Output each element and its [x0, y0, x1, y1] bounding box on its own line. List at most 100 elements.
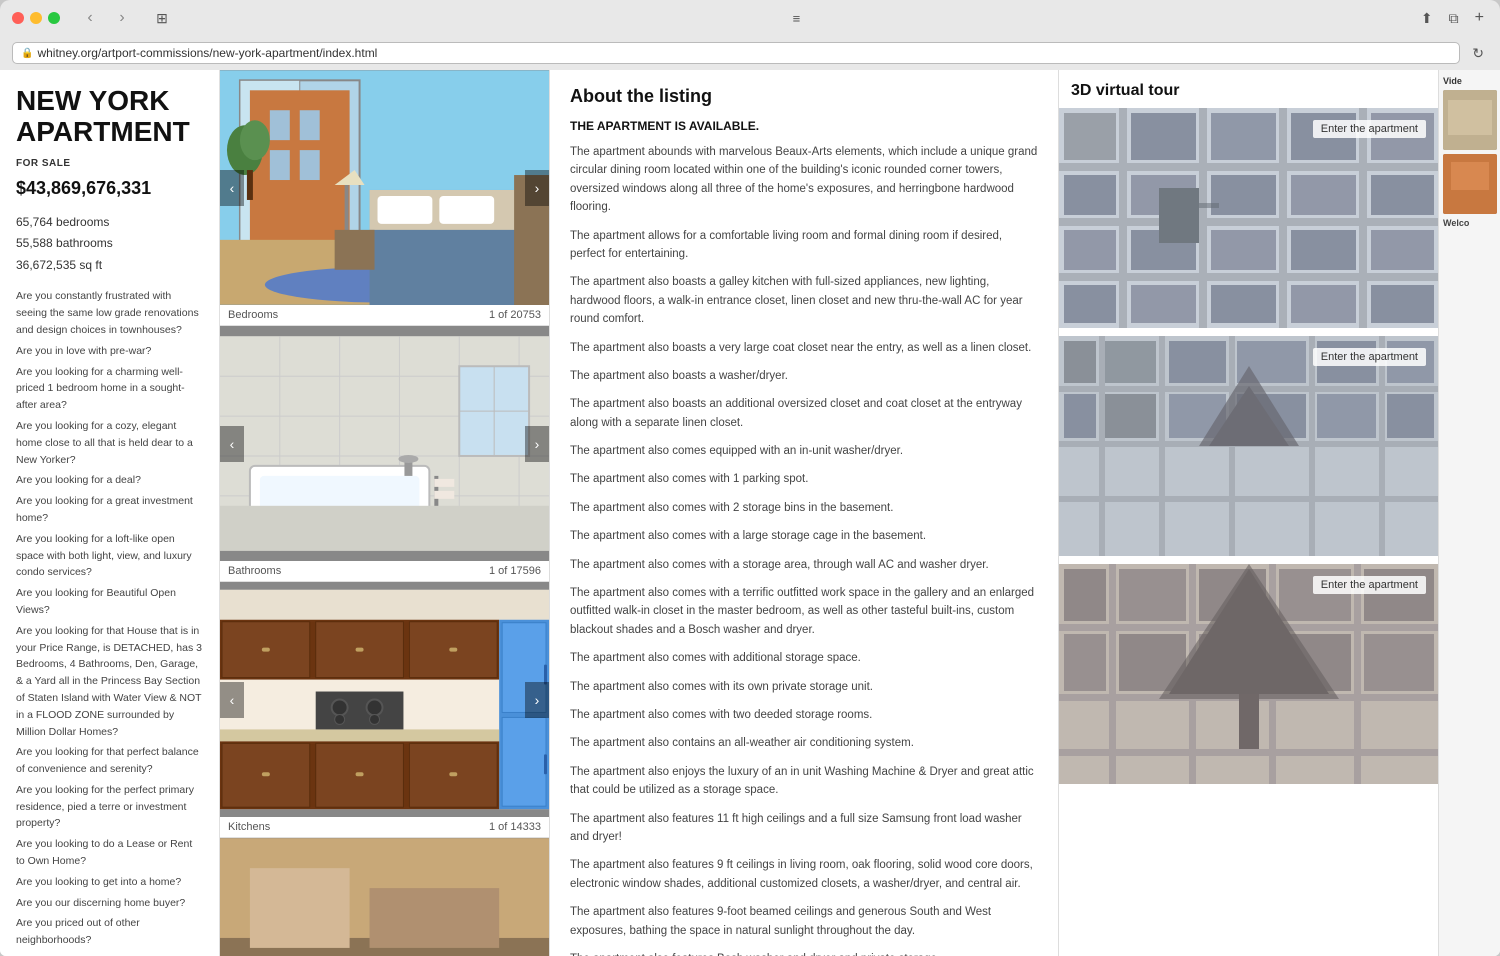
sidebar-questions: Are you constantly frustrated with seein… [16, 288, 203, 956]
question-9: Are you looking for that House that is i… [16, 623, 203, 741]
kitchen-prev-button[interactable]: ‹ [220, 682, 244, 718]
desc-para-2: The apartment allows for a comfortable l… [570, 227, 1038, 264]
about-title: About the listing [570, 86, 1038, 107]
sidebar-toggle-button[interactable]: ⊞ [148, 8, 176, 28]
bedroom-label-bar: Bedrooms 1 of 20753 [220, 305, 549, 326]
bathroom-section: ‹ › Bathrooms 1 of 17596 [220, 326, 549, 582]
desc-para-14: The apartment also comes with its own pr… [570, 678, 1038, 696]
bedroom-photo-container: ‹ › [220, 70, 549, 305]
desc-para-20: The apartment also features 9-foot beame… [570, 903, 1038, 940]
right-welcome-label: Welco [1443, 216, 1496, 230]
right-thumb-1[interactable] [1443, 90, 1497, 150]
kitchen-next-button[interactable]: › [525, 682, 549, 718]
bedroom-next-button[interactable]: › [525, 170, 549, 206]
desc-para-16: The apartment also contains an all-weath… [570, 734, 1038, 752]
vt-image-3 [1059, 564, 1438, 784]
desc-para-4: The apartment also boasts a very large c… [570, 339, 1038, 357]
new-tab-button[interactable]: + [1471, 7, 1488, 29]
vt-image-2 [1059, 336, 1438, 556]
desc-para-7: The apartment also comes equipped with a… [570, 442, 1038, 460]
vt-enter-label-3[interactable]: Enter the apartment [1313, 576, 1426, 594]
bathroom-count: 1 of 17596 [489, 565, 541, 577]
bedroom-prev-button[interactable]: ‹ [220, 170, 244, 206]
bathroom-photo-container: ‹ › [220, 326, 549, 561]
fullscreen-button[interactable]: ⧉ [1445, 8, 1463, 29]
desc-para-15: The apartment also comes with two deeded… [570, 706, 1038, 724]
question-10: Are you looking for that perfect balance… [16, 744, 203, 778]
browser-content: NEW YORK APARTMENT FOR SALE $43,869,676,… [0, 70, 1500, 956]
for-sale-label: FOR SALE [16, 156, 203, 171]
bedroom-section: ‹ › Bedrooms 1 of 20753 [220, 70, 549, 326]
browser-titlebar: ‹ › ⊞ ≡ ⬆ ⧉ + [0, 0, 1500, 36]
lock-icon: 🔒 [21, 48, 33, 59]
virtual-tour-column: 3D virtual tour [1058, 70, 1438, 956]
bathroom-prev-button[interactable]: ‹ [220, 426, 244, 462]
question-11: Are you looking for the perfect primary … [16, 782, 203, 832]
left-sidebar: NEW YORK APARTMENT FOR SALE $43,869,676,… [0, 70, 220, 956]
question-12: Are you looking to do a Lease or Rent to… [16, 836, 203, 870]
close-button[interactable] [12, 12, 24, 24]
desc-para-5: The apartment also boasts a washer/dryer… [570, 367, 1038, 385]
main-content: ‹ › Bedrooms 1 of 20753 [220, 70, 1500, 956]
question-14: Are you our discerning home buyer? [16, 895, 203, 912]
kitchen-photo-container: ‹ › [220, 582, 549, 817]
living-section [220, 838, 549, 956]
browser-chrome: ‹ › ⊞ ≡ ⬆ ⧉ + 🔒 whitney.org/artport-comm… [0, 0, 1500, 70]
question-13: Are you looking to get into a home? [16, 874, 203, 891]
forward-button[interactable]: › [108, 8, 136, 28]
right-strip-title: Vide [1443, 74, 1496, 88]
nav-buttons: ‹ › [76, 8, 136, 28]
bathroom-label: Bathrooms [228, 565, 281, 577]
desc-para-19: The apartment also features 9 ft ceiling… [570, 856, 1038, 893]
description-column: About the listing THE APARTMENT IS AVAIL… [550, 70, 1058, 956]
bedroom-label: Bedrooms [228, 309, 278, 321]
reload-button[interactable]: ↻ [1468, 43, 1488, 64]
question-8: Are you looking for Beautiful Open Views… [16, 585, 203, 619]
question-4: Are you looking for a cozy, elegant home… [16, 418, 203, 468]
desc-para-8: The apartment also comes with 1 parking … [570, 470, 1038, 488]
vt-image-2-container[interactable]: Enter the apartment [1059, 336, 1438, 556]
desc-para-12: The apartment also comes with a terrific… [570, 584, 1038, 639]
price: $43,869,676,331 [16, 175, 203, 202]
desc-para-6: The apartment also boasts an additional … [570, 395, 1038, 432]
url-text: whitney.org/artport-commissions/new-york… [37, 46, 377, 60]
traffic-lights [12, 12, 60, 24]
kitchen-label-bar: Kitchens 1 of 14333 [220, 817, 549, 838]
kitchen-count: 1 of 14333 [489, 821, 541, 833]
maximize-button[interactable] [48, 12, 60, 24]
apt-available: THE APARTMENT IS AVAILABLE. [570, 119, 1038, 133]
bathroom-next-button[interactable]: › [525, 426, 549, 462]
bedrooms-stat: 65,764 bedrooms [16, 212, 203, 234]
menu-button[interactable]: ≡ [793, 11, 801, 26]
desc-para-17: The apartment also enjoys the luxury of … [570, 763, 1038, 800]
right-thumb-2[interactable] [1443, 154, 1497, 214]
vt-image-3-container[interactable]: Enter the apartment [1059, 564, 1438, 784]
desc-para-13: The apartment also comes with additional… [570, 649, 1038, 667]
bedroom-count: 1 of 20753 [489, 309, 541, 321]
address-bar[interactable]: 🔒 whitney.org/artport-commissions/new-yo… [12, 42, 1460, 64]
living-photo-container [220, 838, 549, 956]
vt-enter-label-2[interactable]: Enter the apartment [1313, 348, 1426, 366]
sidebar-title: NEW YORK APARTMENT [16, 86, 203, 148]
back-button[interactable]: ‹ [76, 8, 104, 28]
question-6: Are you looking for a great investment h… [16, 493, 203, 527]
minimize-button[interactable] [30, 12, 42, 24]
sqft-stat: 36,672,535 sq ft [16, 255, 203, 277]
bathroom-label-bar: Bathrooms 1 of 17596 [220, 561, 549, 582]
kitchen-label: Kitchens [228, 821, 270, 833]
vt-title: 3D virtual tour [1059, 70, 1438, 108]
question-5: Are you looking for a deal? [16, 472, 203, 489]
vt-image-1-container[interactable]: Enter the apartment [1059, 108, 1438, 328]
right-strip: Vide Welco [1438, 70, 1500, 956]
desc-para-18: The apartment also features 11 ft high c… [570, 810, 1038, 847]
desc-para-11: The apartment also comes with a storage … [570, 556, 1038, 574]
desc-para-10: The apartment also comes with a large st… [570, 527, 1038, 545]
vt-image-1 [1059, 108, 1438, 328]
desc-para-3: The apartment also boasts a galley kitch… [570, 273, 1038, 328]
question-2: Are you in love with pre-war? [16, 343, 203, 360]
question-1: Are you constantly frustrated with seein… [16, 288, 203, 338]
stats: 65,764 bedrooms 55,588 bathrooms 36,672,… [16, 212, 203, 277]
share-button[interactable]: ⬆ [1417, 8, 1437, 29]
vt-enter-label-1[interactable]: Enter the apartment [1313, 120, 1426, 138]
kitchen-section: ‹ › Kitchens 1 of 14333 [220, 582, 549, 838]
